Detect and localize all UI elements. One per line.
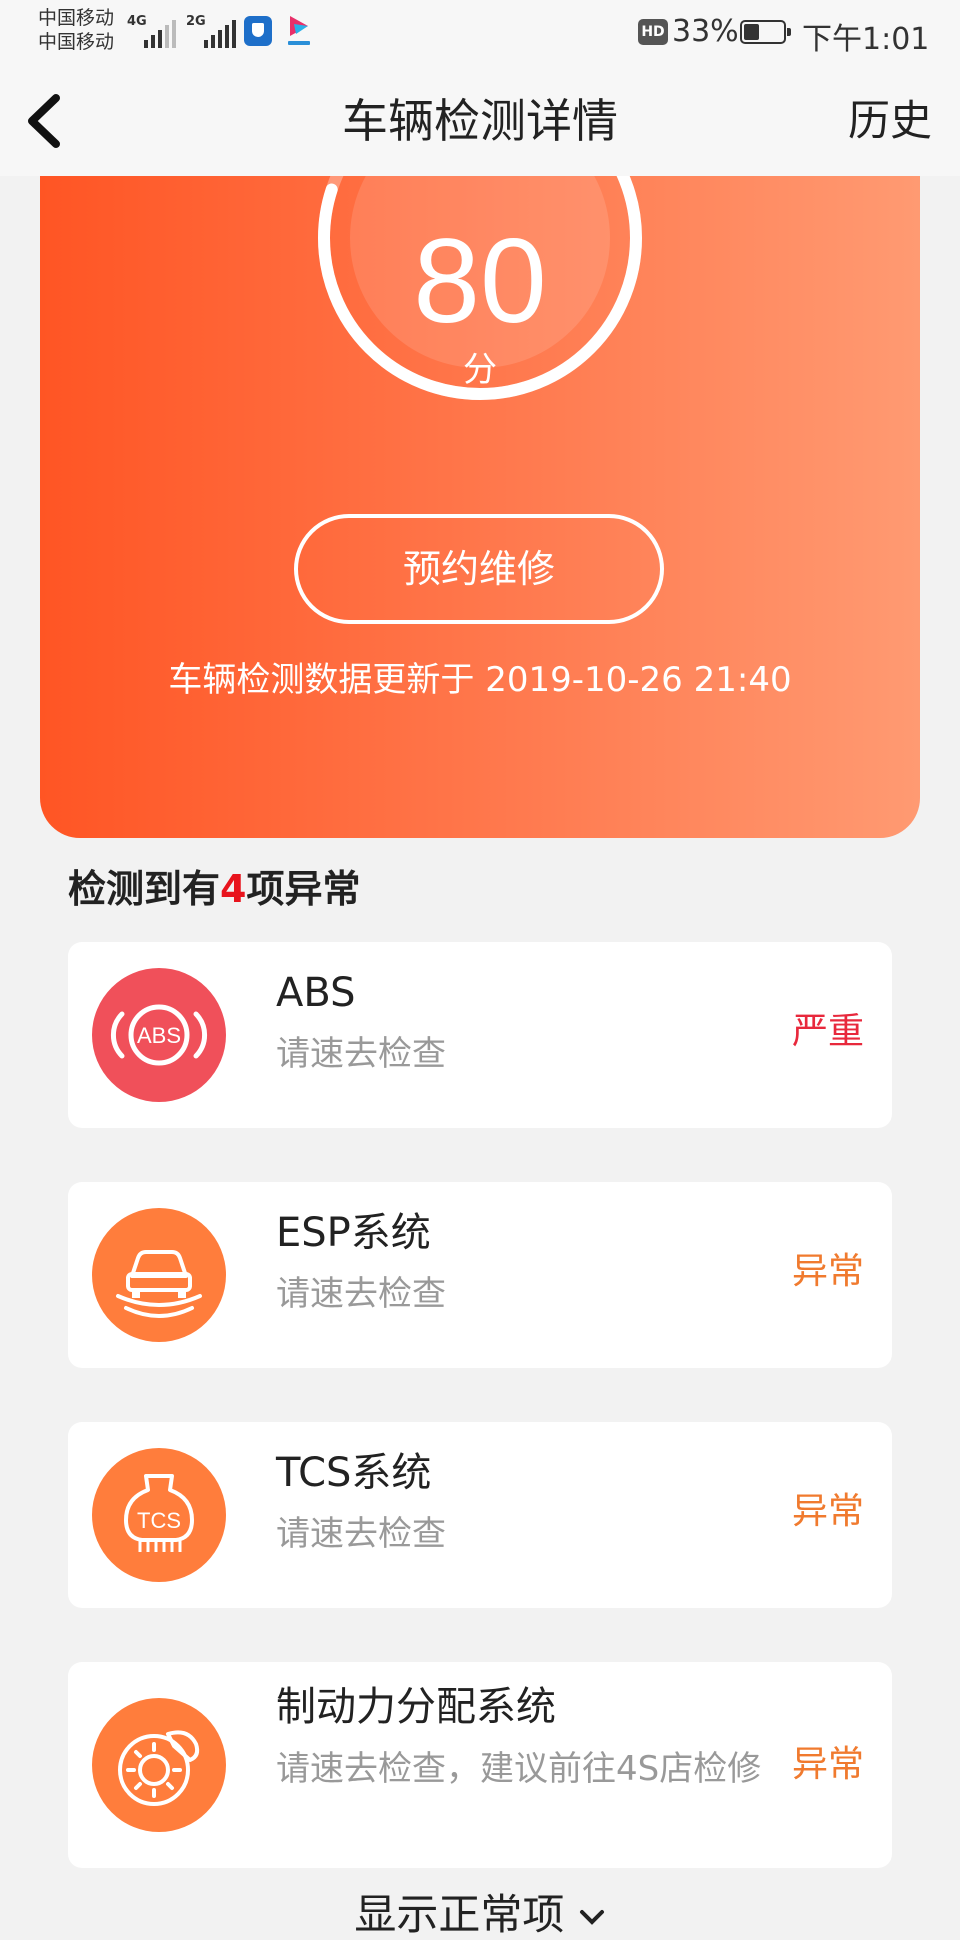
- anomaly-summary: 检测到有4项异常: [68, 864, 360, 914]
- esp-car-icon: [92, 1208, 226, 1342]
- carrier-2: 中国移动: [38, 31, 115, 53]
- issue-card-tcs[interactable]: TCS TCS系统 请速去检查 异常: [68, 1422, 892, 1608]
- issue-desc: 请速去检查: [276, 1514, 446, 1554]
- issue-level: 异常: [791, 1491, 864, 1532]
- battery-percent: 33%: [672, 14, 739, 49]
- carrier-info: 中国移动 中国移动: [38, 6, 114, 54]
- summary-prefix: 检测到有: [68, 867, 221, 911]
- score-unit: 分: [463, 350, 497, 390]
- score-card: 80 分 预约维修 车辆检测数据更新于 2019-10-26 21:40: [40, 176, 920, 838]
- book-repair-button[interactable]: 预约维修: [294, 514, 664, 624]
- status-time: 下午1:01: [802, 22, 930, 57]
- page-title: 车辆检测详情: [342, 94, 618, 148]
- chevron-left-icon: [28, 94, 60, 148]
- abs-icon-label: ABS: [137, 1023, 181, 1048]
- update-time: 车辆检测数据更新于 2019-10-26 21:40: [168, 660, 792, 700]
- issue-level: 严重: [791, 1011, 864, 1052]
- status-bar: 中国移动 中国移动 4G 2G HD 33% 下午1:01: [0, 0, 960, 66]
- issue-desc: 请速去检查: [276, 1034, 446, 1074]
- video-app-icon: [288, 16, 310, 45]
- issue-name: TCS系统: [276, 1450, 432, 1496]
- brake-disc-icon: [92, 1698, 226, 1832]
- summary-suffix: 项异常: [246, 867, 361, 911]
- issue-desc: 请速去检查: [276, 1274, 446, 1314]
- chevron-down-icon: [579, 1909, 604, 1925]
- issue-card-abs[interactable]: ABS ABS 请速去检查 严重: [68, 942, 892, 1128]
- signal-icon: [204, 20, 236, 48]
- hd-badge: HD: [638, 19, 668, 45]
- issue-card-esp[interactable]: ESP系统 请速去检查 异常: [68, 1182, 892, 1368]
- abs-icon: ABS: [92, 968, 226, 1102]
- tcs-icon-label: TCS: [137, 1508, 181, 1533]
- score-value: 80: [413, 214, 547, 348]
- network-type-2: 2G: [186, 14, 206, 29]
- issue-card-brake-distribution[interactable]: 制动力分配系统 请速去检查，建议前往4S店检修 异常: [68, 1662, 892, 1868]
- carrier-1: 中国移动: [38, 7, 115, 29]
- history-button[interactable]: 历史: [848, 86, 932, 156]
- issue-name: ESP系统: [276, 1210, 431, 1256]
- issue-level: 异常: [791, 1251, 864, 1292]
- shield-icon: [244, 16, 272, 46]
- issue-desc: 请速去检查，建议前往4S店检修: [276, 1749, 762, 1789]
- signal-icon: [144, 20, 176, 48]
- issue-name: ABS: [276, 970, 356, 1016]
- issue-name: 制动力分配系统: [276, 1684, 556, 1730]
- issue-level: 异常: [791, 1744, 864, 1785]
- nav-bar: 车辆检测详情 历史: [0, 66, 960, 176]
- anomaly-count: 4: [220, 867, 247, 911]
- show-normal-label: 显示正常项: [354, 1890, 565, 1939]
- show-normal-toggle[interactable]: 显示正常项: [0, 1890, 960, 1940]
- battery-icon: [740, 20, 791, 44]
- back-button[interactable]: [18, 86, 78, 156]
- tcs-icon: TCS: [92, 1448, 226, 1582]
